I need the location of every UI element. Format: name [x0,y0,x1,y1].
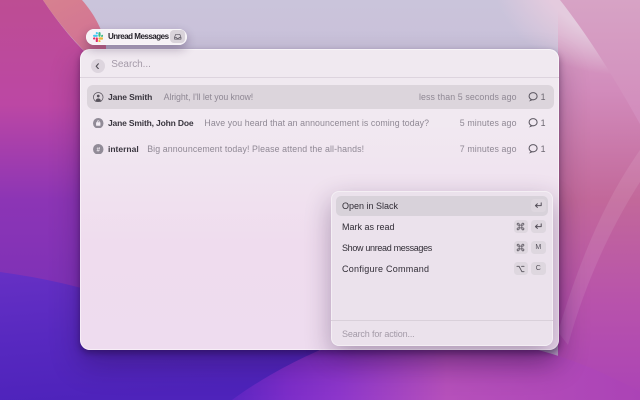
svg-text:#: # [96,146,100,153]
